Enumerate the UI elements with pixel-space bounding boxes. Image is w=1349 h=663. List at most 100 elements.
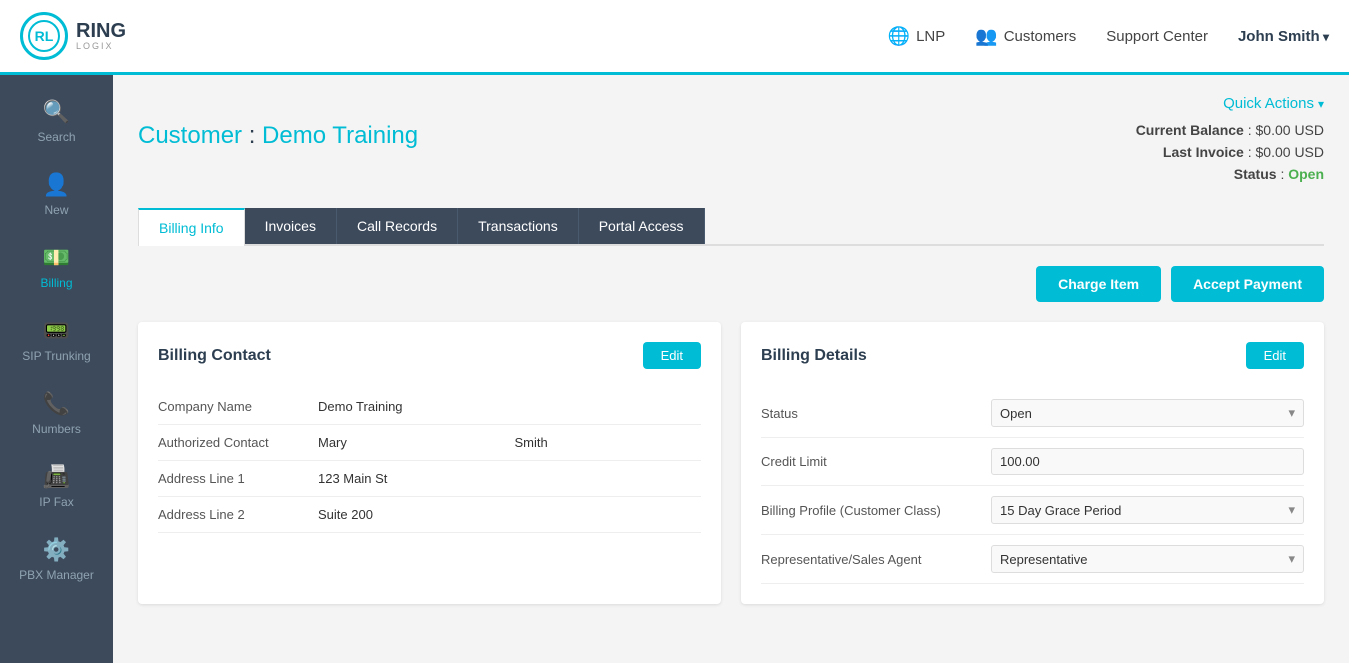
authorized-contact-row: Authorized Contact Mary Smith — [158, 425, 701, 461]
sidebar-item-sip-trunking[interactable]: 📟 SIP Trunking — [0, 304, 113, 377]
numbers-icon: 📞 — [43, 391, 70, 417]
logo-sub: LOGIX — [76, 41, 126, 51]
company-name-label: Company Name — [158, 399, 308, 414]
address2-label: Address Line 2 — [158, 507, 308, 522]
logo-icon: RL — [20, 12, 68, 60]
logo: RL RING LOGIX — [20, 12, 126, 60]
sidebar-item-new[interactable]: 👤 New — [0, 158, 113, 231]
billing-profile-value: 15 Day Grace Period — [1000, 503, 1121, 518]
authorized-contact-values: Mary Smith — [318, 435, 701, 450]
billing-profile-row: Billing Profile (Customer Class) 15 Day … — [761, 486, 1304, 535]
customer-name: Demo Training — [262, 122, 418, 149]
title-prefix: Customer — [138, 122, 242, 149]
sidebar: 🔍 Search 👤 New 💵 Billing 📟 SIP Trunking … — [0, 75, 113, 663]
lnp-icon: 🌐 — [888, 26, 910, 47]
support-link[interactable]: Support Center — [1106, 28, 1208, 45]
sidebar-item-label: Numbers — [32, 422, 81, 436]
company-name-value: Demo Training — [318, 399, 701, 414]
billing-details-title: Billing Details — [761, 347, 867, 365]
last-invoice-value: $0.00 USD — [1256, 144, 1324, 160]
address2-row: Address Line 2 Suite 200 — [158, 497, 701, 533]
nav-links: 🌐 LNP 👥 Customers Support Center John Sm… — [888, 26, 1329, 47]
billing-profile-select[interactable]: 15 Day Grace Period — [991, 496, 1304, 524]
sip-icon: 📟 — [43, 318, 70, 344]
credit-limit-input[interactable]: 100.00 — [991, 448, 1304, 475]
action-buttons: Charge Item Accept Payment — [138, 266, 1324, 302]
user-name[interactable]: John Smith — [1238, 28, 1329, 45]
billing-contact-header: Billing Contact Edit — [158, 342, 701, 369]
address1-value: 123 Main St — [318, 471, 701, 486]
status-value: Open — [1288, 166, 1324, 182]
sidebar-item-search[interactable]: 🔍 Search — [0, 85, 113, 158]
customer-title: Customer : Demo Training — [138, 122, 418, 150]
authorized-contact-last: Smith — [515, 435, 702, 450]
billing-profile-label: Billing Profile (Customer Class) — [761, 503, 981, 518]
current-balance-label: Current Balance — [1136, 122, 1244, 138]
rep-agent-label: Representative/Sales Agent — [761, 552, 981, 567]
lnp-label: LNP — [916, 28, 945, 45]
accept-payment-button[interactable]: Accept Payment — [1171, 266, 1324, 302]
customers-label: Customers — [1004, 28, 1077, 45]
quick-actions-button[interactable]: Quick Actions — [1223, 95, 1324, 112]
sidebar-item-pbx-manager[interactable]: ⚙️ PBX Manager — [0, 523, 113, 596]
charge-item-button[interactable]: Charge Item — [1036, 266, 1161, 302]
billing-details-card: Billing Details Edit Status Open Credit … — [741, 322, 1324, 604]
status-field-label: Status — [761, 406, 981, 421]
last-invoice-label: Last Invoice — [1163, 144, 1244, 160]
customers-link[interactable]: 👥 Customers — [975, 26, 1076, 47]
tab-call-records[interactable]: Call Records — [337, 208, 458, 244]
address2-value: Suite 200 — [318, 507, 701, 522]
sidebar-item-label: PBX Manager — [19, 568, 94, 582]
sidebar-item-label: Billing — [40, 276, 72, 290]
address1-row: Address Line 1 123 Main St — [158, 461, 701, 497]
authorized-contact-first: Mary — [318, 435, 505, 450]
cards-row: Billing Contact Edit Company Name Demo T… — [138, 322, 1324, 604]
billing-icon: 💵 — [43, 245, 70, 271]
billing-contact-edit-button[interactable]: Edit — [643, 342, 701, 369]
status-label: Status — [1234, 166, 1277, 182]
tab-invoices[interactable]: Invoices — [245, 208, 337, 244]
fax-icon: 📠 — [43, 464, 70, 490]
tab-portal-access[interactable]: Portal Access — [579, 208, 705, 244]
customers-icon: 👥 — [975, 26, 997, 47]
sidebar-item-numbers[interactable]: 📞 Numbers — [0, 377, 113, 450]
status-select[interactable]: Open — [991, 399, 1304, 427]
billing-contact-card: Billing Contact Edit Company Name Demo T… — [138, 322, 721, 604]
customer-info: Current Balance : $0.00 USD Last Invoice… — [1136, 122, 1324, 188]
tab-billing-info[interactable]: Billing Info — [138, 208, 245, 246]
sidebar-item-label: New — [44, 203, 68, 217]
status-row: Status : Open — [1136, 166, 1324, 182]
authorized-contact-label: Authorized Contact — [158, 435, 308, 450]
sidebar-item-billing[interactable]: 💵 Billing — [0, 231, 113, 304]
status-field-row: Status Open — [761, 389, 1304, 438]
lnp-link[interactable]: 🌐 LNP — [888, 26, 946, 47]
sidebar-item-label: SIP Trunking — [22, 349, 90, 363]
current-balance-value: $0.00 USD — [1256, 122, 1324, 138]
sidebar-item-label: Search — [37, 130, 75, 144]
last-invoice-row: Last Invoice : $0.00 USD — [1136, 144, 1324, 160]
sidebar-item-label: IP Fax — [39, 495, 73, 509]
company-name-row: Company Name Demo Training — [158, 389, 701, 425]
rep-agent-value: Representative — [1000, 552, 1087, 567]
billing-details-header: Billing Details Edit — [761, 342, 1304, 369]
sidebar-item-ip-fax[interactable]: 📠 IP Fax — [0, 450, 113, 523]
rep-agent-select[interactable]: Representative — [991, 545, 1304, 573]
address1-label: Address Line 1 — [158, 471, 308, 486]
tabs: Billing Info Invoices Call Records Trans… — [138, 208, 1324, 246]
status-select-value: Open — [1000, 406, 1032, 421]
credit-limit-row: Credit Limit 100.00 — [761, 438, 1304, 486]
pbx-icon: ⚙️ — [43, 537, 70, 563]
billing-details-edit-button[interactable]: Edit — [1246, 342, 1304, 369]
top-nav: RL RING LOGIX 🌐 LNP 👥 Customers Support … — [0, 0, 1349, 75]
current-balance-row: Current Balance : $0.00 USD — [1136, 122, 1324, 138]
new-icon: 👤 — [43, 172, 70, 198]
main-content: Quick Actions Customer : Demo Training C… — [113, 75, 1349, 663]
billing-contact-title: Billing Contact — [158, 347, 271, 365]
customer-title-area: Customer : Demo Training — [138, 122, 418, 150]
quick-actions-bar: Quick Actions — [138, 95, 1324, 112]
logo-text: RING — [76, 21, 126, 41]
support-label: Support Center — [1106, 28, 1208, 45]
tab-transactions[interactable]: Transactions — [458, 208, 579, 244]
credit-limit-label: Credit Limit — [761, 454, 981, 469]
search-icon: 🔍 — [43, 99, 70, 125]
